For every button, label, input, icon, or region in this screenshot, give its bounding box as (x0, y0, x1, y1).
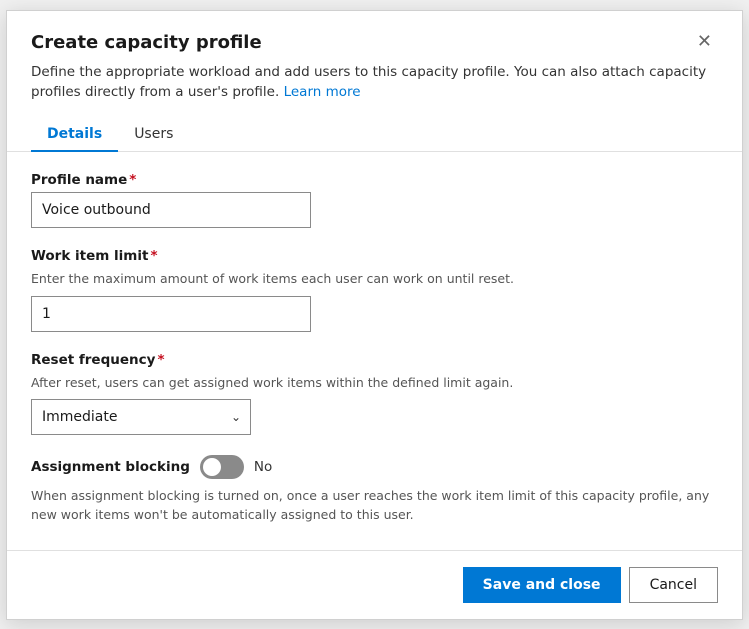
required-star-work-item: * (150, 248, 157, 264)
assignment-blocking-description: When assignment blocking is turned on, o… (31, 487, 718, 525)
toggle-status-text: No (254, 459, 272, 475)
dialog-content: Profile name* Work item limit* Enter the… (7, 152, 742, 549)
learn-more-link[interactable]: Learn more (284, 84, 361, 100)
profile-name-input[interactable] (31, 192, 311, 228)
toggle-slider (200, 455, 244, 479)
work-item-limit-description: Enter the maximum amount of work items e… (31, 270, 718, 288)
close-button[interactable]: ✕ (691, 31, 718, 53)
assignment-blocking-label: Assignment blocking (31, 459, 190, 475)
dialog-overlay: Create capacity profile ✕ Define the app… (0, 0, 749, 629)
create-capacity-profile-dialog: Create capacity profile ✕ Define the app… (6, 10, 743, 620)
dialog-header: Create capacity profile ✕ (7, 11, 742, 54)
dialog-footer: Save and close Cancel (7, 550, 742, 619)
save-and-close-button[interactable]: Save and close (463, 567, 621, 603)
cancel-button[interactable]: Cancel (629, 567, 718, 603)
required-star-reset: * (157, 352, 164, 368)
assignment-blocking-toggle[interactable] (200, 455, 244, 479)
tabs-container: Details Users (7, 102, 742, 152)
profile-name-label: Profile name* (31, 172, 718, 188)
profile-name-field: Profile name* (31, 172, 718, 228)
dialog-description: Define the appropriate workload and add … (7, 54, 742, 103)
work-item-limit-field: Work item limit* Enter the maximum amoun… (31, 248, 718, 332)
tab-details[interactable]: Details (31, 118, 118, 152)
work-item-limit-input[interactable] (31, 296, 311, 332)
reset-frequency-field: Reset frequency* After reset, users can … (31, 352, 718, 436)
toggle-row: Assignment blocking No (31, 455, 718, 479)
required-star-profile: * (129, 172, 136, 188)
assignment-blocking-field: Assignment blocking No When assignment b… (31, 455, 718, 525)
reset-frequency-description: After reset, users can get assigned work… (31, 374, 718, 392)
dialog-title: Create capacity profile (31, 31, 262, 54)
tab-users[interactable]: Users (118, 118, 189, 152)
reset-frequency-label: Reset frequency* (31, 352, 718, 368)
work-item-limit-label: Work item limit* (31, 248, 718, 264)
reset-frequency-select[interactable]: Immediate Every 30 minutes Every hour Ev… (31, 399, 251, 435)
reset-frequency-select-wrapper: Immediate Every 30 minutes Every hour Ev… (31, 399, 251, 435)
close-icon: ✕ (697, 33, 712, 51)
